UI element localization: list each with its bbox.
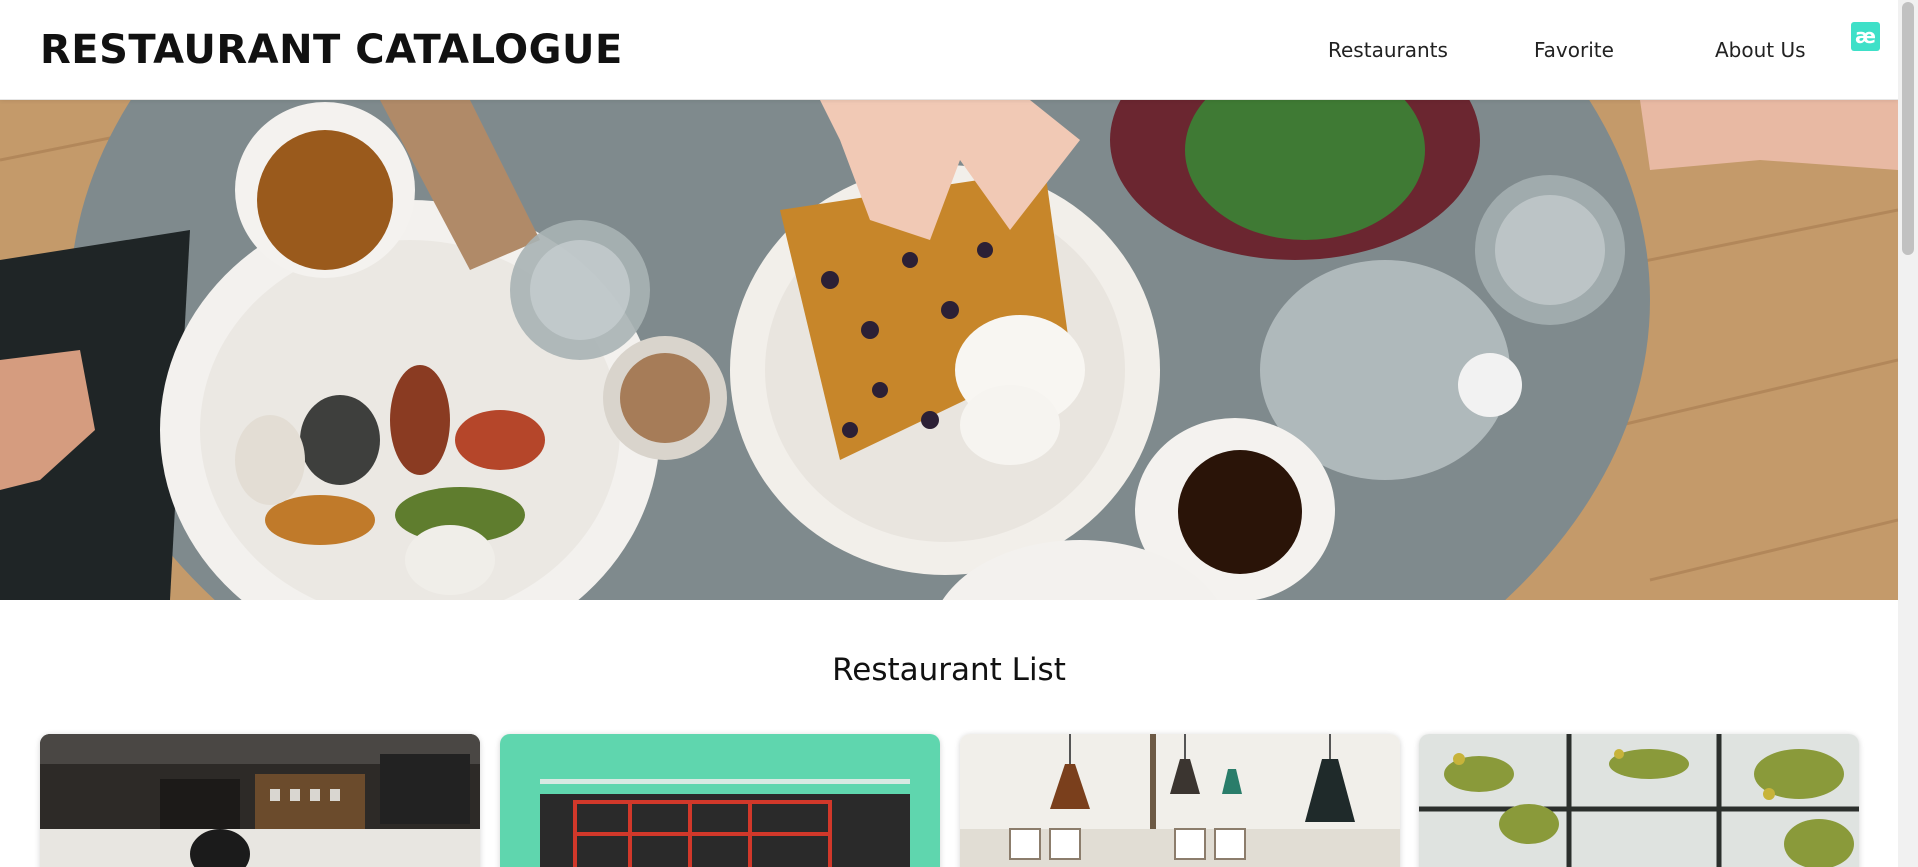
restaurant-card[interactable] xyxy=(40,734,480,867)
hero-image xyxy=(0,100,1898,600)
nav-favorite[interactable]: Favorite xyxy=(1534,38,1614,62)
page-scrollbar[interactable] xyxy=(1898,0,1918,867)
greenhouse-plants-image xyxy=(1419,734,1859,867)
restaurant-card[interactable] xyxy=(500,734,940,867)
nav-about-us[interactable]: About Us xyxy=(1715,38,1806,62)
restaurant-card[interactable] xyxy=(1419,734,1859,867)
extension-icon[interactable]: æ xyxy=(1851,22,1880,51)
scrollbar-thumb[interactable] xyxy=(1902,2,1914,255)
brand-title[interactable]: RESTAURANT CATALOGUE xyxy=(40,26,623,74)
app-bar: RESTAURANT CATALOGUE Restaurants Favorit… xyxy=(0,0,1898,100)
pendant-lamps-image xyxy=(960,734,1400,867)
restaurant-list-title: Restaurant List xyxy=(832,652,1066,688)
cafe-interior-image xyxy=(40,734,480,867)
restaurant-card[interactable] xyxy=(960,734,1400,867)
mint-storefront-image xyxy=(500,734,940,867)
hero-food-table-illustration xyxy=(0,100,1898,600)
nav-restaurants[interactable]: Restaurants xyxy=(1328,38,1448,62)
